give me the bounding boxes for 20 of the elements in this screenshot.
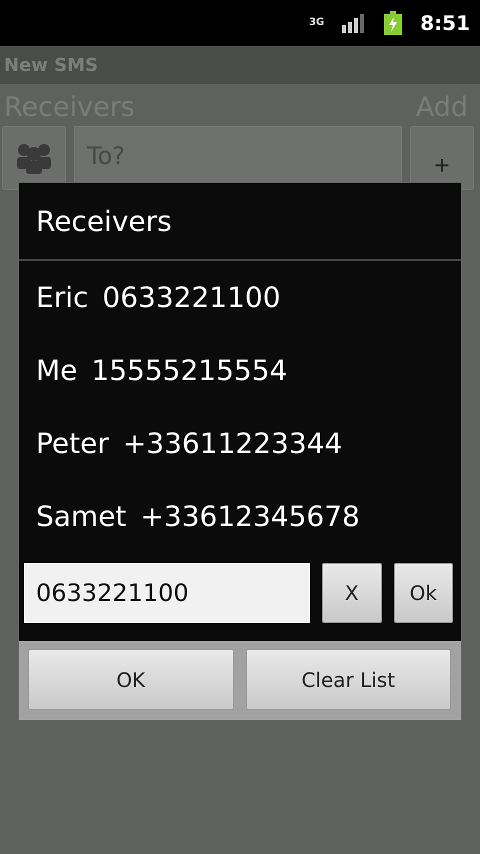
dialog-button[interactable]: Clear List — [246, 649, 451, 710]
receiver-number[interactable]: +33612345678 — [140, 500, 360, 533]
signal-icon — [342, 13, 366, 33]
contacts-icon — [15, 142, 53, 174]
clear-field-button[interactable]: X — [322, 563, 382, 623]
number-field[interactable]: 0633221100 — [24, 563, 310, 623]
receiver-number[interactable]: 15555215554 — [91, 354, 288, 387]
network-type-icon: 3G — [309, 18, 324, 28]
dialog-button[interactable]: OK — [28, 649, 234, 710]
confirm-number-button[interactable]: Ok — [394, 563, 453, 623]
receiver-name[interactable]: Samet — [36, 500, 126, 533]
dialog-title: Receivers — [19, 183, 461, 261]
receiver-name[interactable]: Peter — [36, 427, 109, 460]
receiver-name[interactable]: Eric — [36, 281, 88, 314]
receiver-number[interactable]: 0633221100 — [102, 281, 281, 314]
contacts-button[interactable] — [2, 126, 66, 190]
clock-time: 8:51 — [420, 11, 470, 35]
battery-charging-icon — [384, 11, 402, 35]
receiver-number[interactable]: +33611223344 — [122, 427, 342, 460]
receiver-name[interactable]: Me — [36, 354, 78, 387]
